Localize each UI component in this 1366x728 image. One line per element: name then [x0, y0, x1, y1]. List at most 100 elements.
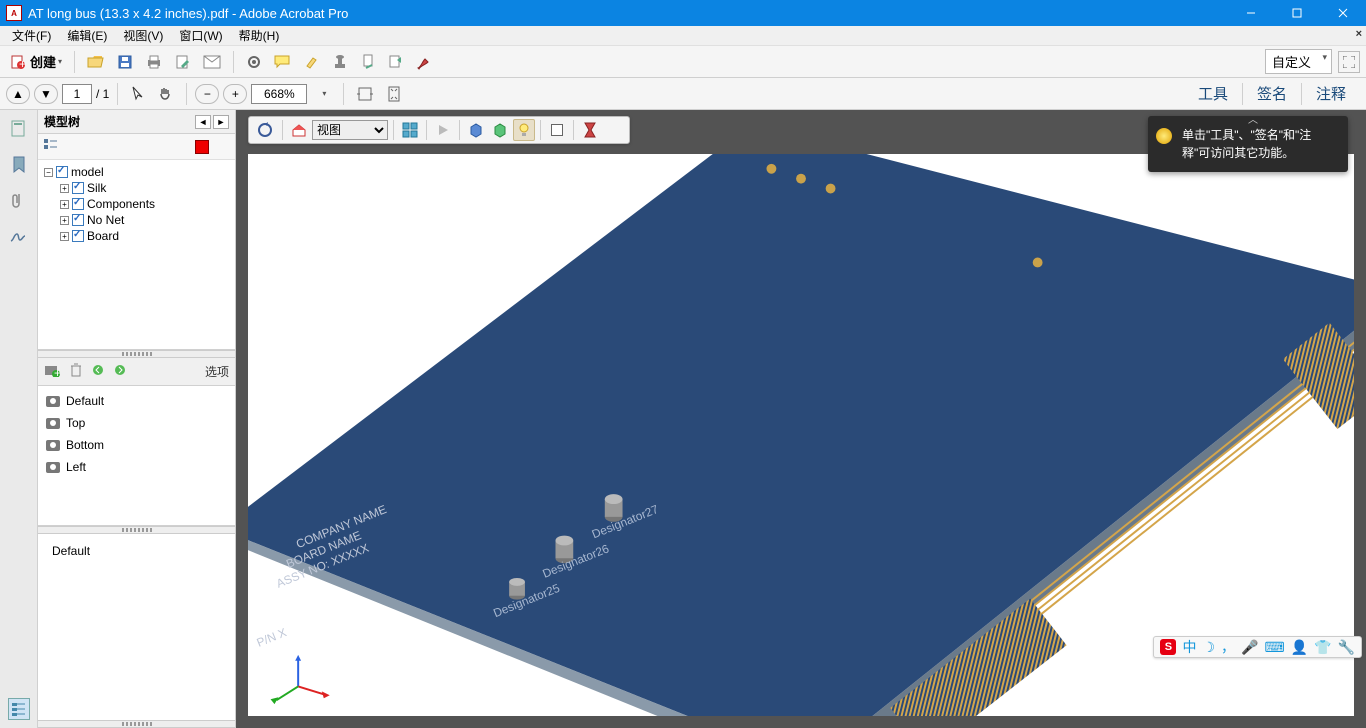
- light-tool[interactable]: [513, 119, 535, 141]
- splitter-1[interactable]: [38, 350, 235, 358]
- color-swatch[interactable]: [195, 140, 209, 154]
- document-viewer[interactable]: Designator27 Designator26 Designator25 C…: [236, 110, 1366, 728]
- tree-item-nonet[interactable]: +No Net: [40, 212, 233, 228]
- close-button[interactable]: [1320, 0, 1366, 26]
- delete-view-button[interactable]: [70, 363, 82, 380]
- create-label: 创建: [30, 52, 56, 71]
- model-tree[interactable]: −model +Silk +Components +No Net +Board: [38, 160, 235, 350]
- view-left[interactable]: Left: [44, 456, 229, 478]
- zoom-in-button[interactable]: +: [223, 84, 247, 104]
- print-icon: [145, 54, 163, 70]
- section-tool[interactable]: [579, 119, 601, 141]
- default-view-item[interactable]: Default: [44, 540, 229, 562]
- menu-window[interactable]: 窗口(W): [171, 25, 230, 46]
- menu-edit[interactable]: 编辑(E): [59, 25, 115, 46]
- menu-file[interactable]: 文件(F): [4, 25, 59, 46]
- prev-view-button[interactable]: [92, 364, 104, 379]
- stamp-button[interactable]: [328, 50, 352, 74]
- keyboard-icon[interactable]: ⌨: [1264, 639, 1284, 656]
- play-button[interactable]: [432, 119, 454, 141]
- ime-lang[interactable]: 中: [1182, 637, 1196, 657]
- view-top[interactable]: Top: [44, 412, 229, 434]
- tree-item-silk[interactable]: +Silk: [40, 180, 233, 196]
- svg-text:+: +: [19, 57, 26, 70]
- maximize-button[interactable]: [1274, 0, 1320, 26]
- bookmarks-tab[interactable]: [8, 154, 30, 176]
- 3d-toolbar[interactable]: 视图: [248, 116, 630, 144]
- select-tool[interactable]: [126, 82, 150, 106]
- comma-icon[interactable]: ，: [1221, 637, 1235, 657]
- open-button[interactable]: [83, 50, 109, 74]
- fit-page-button[interactable]: [382, 82, 406, 106]
- zoom-out-button[interactable]: −: [195, 84, 219, 104]
- rotate-tool[interactable]: [253, 119, 277, 141]
- zoom-dropdown[interactable]: [311, 82, 335, 106]
- wrench-icon[interactable]: 🔧: [1338, 639, 1355, 656]
- page-up-button[interactable]: ▲: [6, 84, 30, 104]
- skin-icon[interactable]: 👕: [1314, 639, 1331, 656]
- menu-help[interactable]: 帮助(H): [231, 25, 288, 46]
- hand-tool[interactable]: [154, 82, 178, 106]
- comment-link[interactable]: 注释: [1302, 79, 1360, 108]
- comment-tool-button[interactable]: [270, 50, 296, 74]
- fit-width-button[interactable]: [352, 82, 378, 106]
- model-tree-panel: 模型树 ◄ ► −model +Silk +Components +No Net…: [38, 110, 236, 728]
- splitter-3[interactable]: [38, 720, 235, 728]
- tree-root[interactable]: −model: [40, 164, 233, 180]
- signatures-tab[interactable]: [8, 226, 30, 248]
- attachments-tab[interactable]: [8, 190, 30, 212]
- view-default[interactable]: Default: [44, 390, 229, 412]
- settings-button[interactable]: [242, 50, 266, 74]
- sign-tool-button[interactable]: [412, 50, 436, 74]
- expand-icon: [1343, 56, 1355, 68]
- fit-width-icon: [356, 87, 374, 101]
- tools-link[interactable]: 工具: [1184, 79, 1242, 108]
- svg-text:+: +: [54, 366, 60, 377]
- page-number-input[interactable]: [62, 84, 92, 104]
- save-button[interactable]: [113, 50, 137, 74]
- highlight-button[interactable]: [300, 50, 324, 74]
- attach-button[interactable]: [356, 50, 380, 74]
- home-view-button[interactable]: [288, 119, 310, 141]
- fullscreen-button[interactable]: [1338, 51, 1360, 73]
- zoom-input[interactable]: [251, 84, 307, 104]
- box-tool[interactable]: [465, 119, 487, 141]
- close-doc-button[interactable]: ×: [1356, 28, 1362, 40]
- mic-icon[interactable]: 🎤: [1241, 639, 1258, 656]
- ime-toolbar[interactable]: S 中 ☽ ， 🎤 ⌨ 👤 👕 🔧: [1153, 636, 1362, 658]
- page-down-button[interactable]: ▼: [34, 84, 58, 104]
- share-button[interactable]: [384, 50, 408, 74]
- print-button[interactable]: [141, 50, 167, 74]
- app-icon: A: [6, 5, 22, 21]
- bgcolor-tool[interactable]: [546, 119, 568, 141]
- create-button[interactable]: + 创建: [6, 50, 66, 74]
- sign-link[interactable]: 签名: [1243, 79, 1301, 108]
- edit-text-button[interactable]: [171, 50, 195, 74]
- views-list[interactable]: Default Top Bottom Left: [38, 386, 235, 526]
- tree-view-mode[interactable]: [44, 139, 58, 154]
- panel-back-button[interactable]: ◄: [195, 115, 211, 129]
- box2-tool[interactable]: [489, 119, 511, 141]
- minimize-button[interactable]: [1228, 0, 1274, 26]
- section-dd[interactable]: [603, 119, 625, 141]
- view-bottom[interactable]: Bottom: [44, 434, 229, 456]
- menu-view[interactable]: 视图(V): [115, 25, 171, 46]
- panel-fwd-button[interactable]: ►: [213, 115, 229, 129]
- envelope-icon: [203, 55, 221, 69]
- next-view-button[interactable]: [114, 364, 126, 379]
- isolate-button[interactable]: [399, 119, 421, 141]
- customize-dropdown[interactable]: 自定义: [1265, 49, 1332, 74]
- sogou-icon[interactable]: S: [1160, 639, 1176, 655]
- tree-item-components[interactable]: +Components: [40, 196, 233, 212]
- tree-item-board[interactable]: +Board: [40, 228, 233, 244]
- thumbnails-tab[interactable]: [8, 118, 30, 140]
- email-button[interactable]: [199, 50, 225, 74]
- person-icon[interactable]: 👤: [1291, 639, 1308, 656]
- camera-icon: [46, 440, 60, 451]
- moon-icon[interactable]: ☽: [1202, 639, 1215, 656]
- model-tree-tab[interactable]: [8, 698, 30, 720]
- splitter-2[interactable]: [38, 526, 235, 534]
- options-dropdown[interactable]: 选项: [205, 363, 229, 380]
- add-view-button[interactable]: +: [44, 363, 60, 380]
- view-select[interactable]: 视图: [312, 120, 388, 140]
